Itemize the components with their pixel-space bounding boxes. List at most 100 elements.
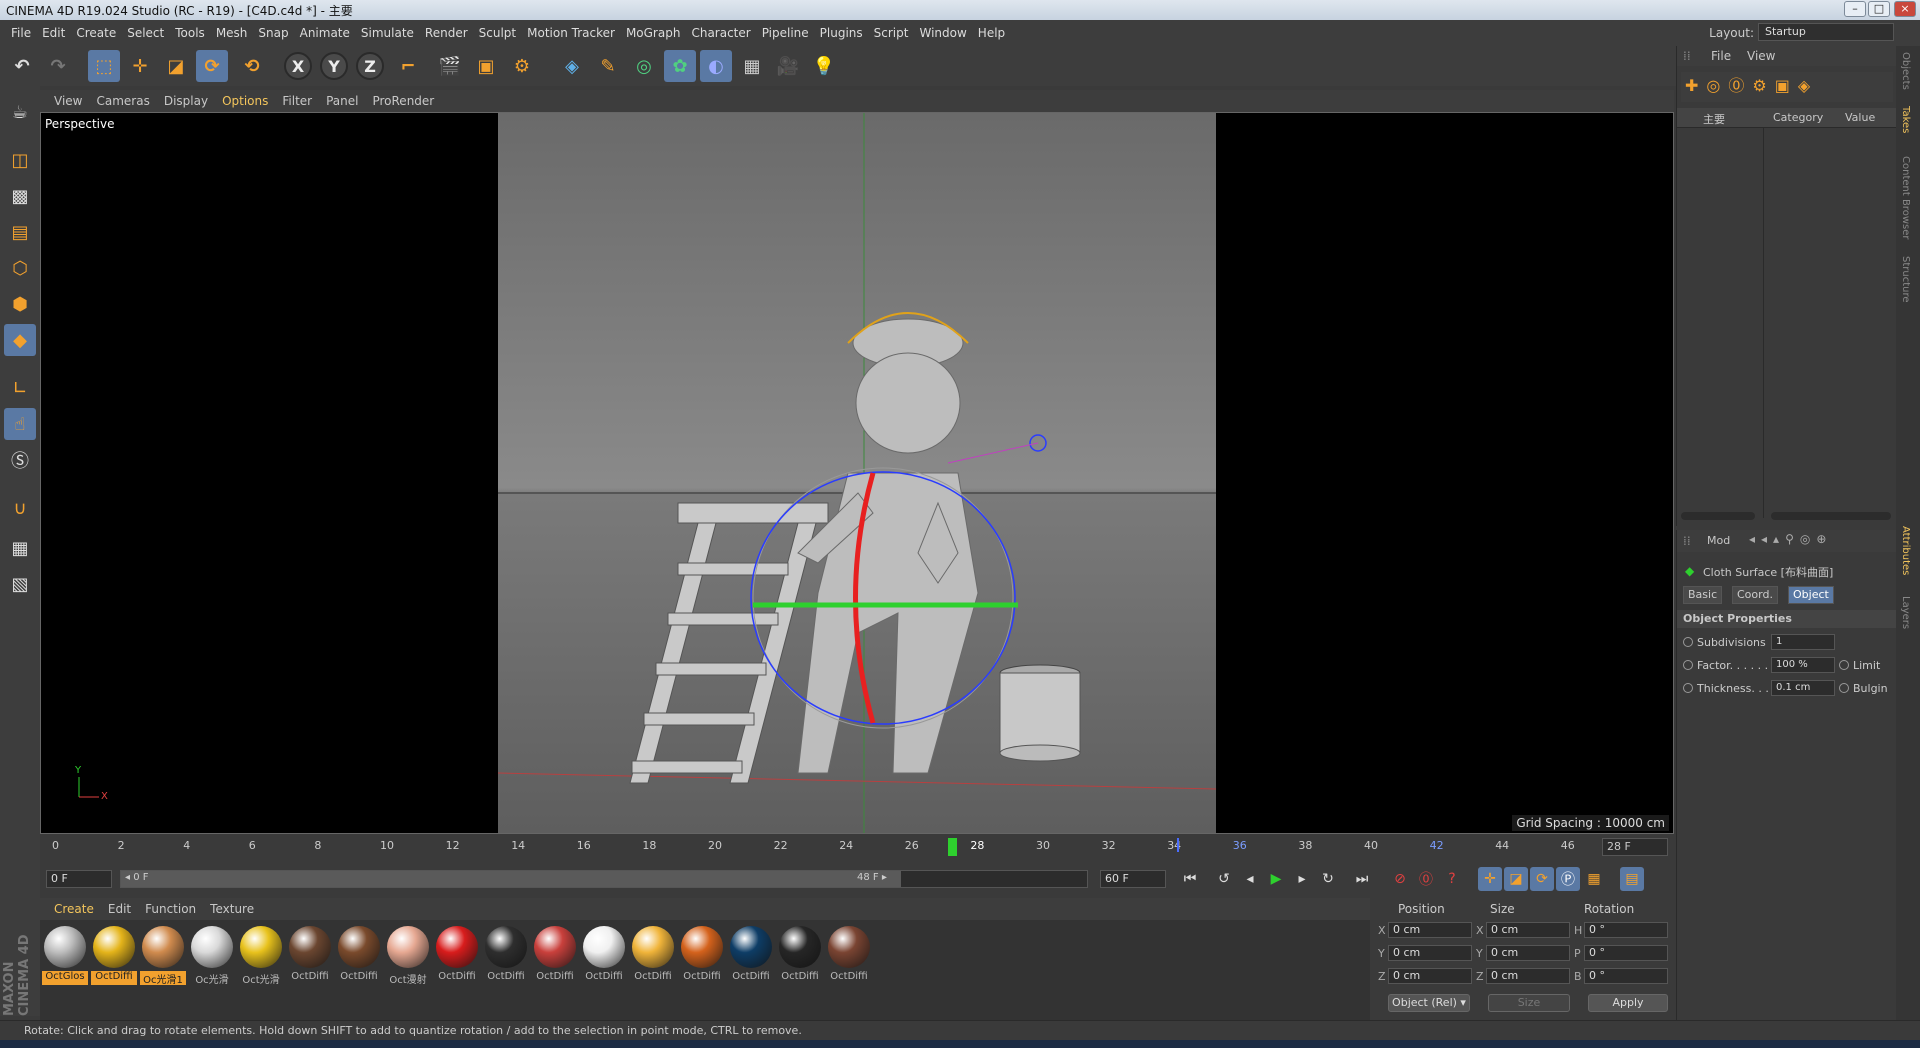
play-icon[interactable]: ▶ [1264,867,1288,891]
viewport-menu-filter[interactable]: Filter [282,94,312,108]
redo-icon[interactable]: ↷ [42,50,74,82]
menu-create[interactable]: Create [76,26,116,40]
key-pla-icon[interactable]: ▦ [1582,867,1606,891]
snap-icon[interactable]: Ⓢ [4,444,36,476]
property-extra[interactable]: Bulgin [1839,682,1888,695]
menu-edit[interactable]: Edit [42,26,65,40]
previous-key-icon[interactable]: ↺ [1212,867,1236,891]
column-name[interactable]: 主要 [1703,111,1725,127]
rotation-field[interactable]: 0 ° [1584,922,1668,938]
viewport-menu-prorender[interactable]: ProRender [372,94,434,108]
keyframe-selection-icon[interactable]: ? [1440,867,1464,891]
side-tab-attributes[interactable]: Attributes [1900,526,1911,575]
tweak-mode-icon[interactable]: ☝ [4,408,36,440]
side-tab-structure[interactable]: Structure [1900,256,1911,303]
move-icon[interactable]: ✛ [124,50,156,82]
size-field[interactable]: 0 cm [1486,968,1570,984]
x-axis-icon[interactable]: X [284,52,312,80]
material-swatch[interactable]: Oct漫射 [385,926,431,988]
scheme-icon[interactable]: ▤ [1620,867,1644,891]
material-swatch[interactable]: OctDiffi [336,926,382,988]
rotate-last-icon[interactable]: ⟲ [236,50,268,82]
property-extra[interactable]: Limit [1839,659,1880,672]
material-menu-create[interactable]: Create [54,902,94,916]
attributes-tab-object[interactable]: Object [1788,586,1834,604]
size-mode-select[interactable]: Size [1488,994,1570,1012]
values-scrollbar[interactable] [1771,512,1891,520]
range-slider[interactable]: ◂ 0 F 48 F ▸ [120,870,1088,888]
magnet-icon[interactable]: ∪ [4,492,36,524]
takes-toolbar[interactable]: ✚◎⓪⚙▣◈ [1681,72,1893,102]
attributes-nav-icons[interactable]: ◂◂▴⚲◎⊕ [1749,532,1832,546]
viewport-menu-view[interactable]: View [54,94,82,108]
material-menu-texture[interactable]: Texture [210,902,254,916]
material-swatch[interactable]: OctDiffi [826,926,872,988]
material-swatch[interactable]: Oc光滑1 [140,926,186,988]
maximize-button[interactable]: □ [1868,1,1890,17]
checkbox-icon[interactable] [1839,683,1849,693]
menu-mesh[interactable]: Mesh [216,26,248,40]
key-position-icon[interactable]: ✛ [1478,867,1502,891]
menu-sculpt[interactable]: Sculpt [479,26,516,40]
rotation-field[interactable]: 0 ° [1584,968,1668,984]
material-swatch[interactable]: OctDiffi [728,926,774,988]
next-key-icon[interactable]: ↻ [1316,867,1340,891]
points-mode-icon[interactable]: ⬡ [4,252,36,284]
key-scale-icon[interactable]: ◪ [1504,867,1528,891]
menu-snap[interactable]: Snap [258,26,288,40]
material-swatch[interactable]: OctDiffi [287,926,333,988]
y-axis-icon[interactable]: Y [320,52,348,80]
make-editable-icon[interactable]: ☕ [4,96,36,128]
menu-file[interactable]: File [11,26,31,40]
objects-scrollbar[interactable] [1681,512,1755,520]
autokey-icon[interactable]: ⓪ [1414,867,1438,891]
objects-menu-view[interactable]: View [1747,49,1775,63]
floor-icon[interactable]: ▦ [736,50,768,82]
texture-mode-icon[interactable]: ▩ [4,180,36,212]
size-field[interactable]: 0 cm [1486,922,1570,938]
menu-help[interactable]: Help [978,26,1005,40]
position-field[interactable]: 0 cm [1388,922,1472,938]
axis-mode-icon[interactable]: ∟ [4,372,36,404]
edges-mode-icon[interactable]: ⬢ [4,288,36,320]
cube-icon[interactable]: ◈ [556,50,588,82]
planar-workplane-icon[interactable]: ▧ [4,568,36,600]
material-swatch[interactable]: Oct光滑 [238,926,284,988]
menu-simulate[interactable]: Simulate [361,26,414,40]
minimize-button[interactable]: – [1844,1,1866,17]
menu-motion-tracker[interactable]: Motion Tracker [527,26,615,40]
live-selection-icon[interactable]: ⬚ [88,50,120,82]
light-icon[interactable]: 💡 [808,50,840,82]
menu-render[interactable]: Render [425,26,468,40]
menu-pipeline[interactable]: Pipeline [762,26,809,40]
layout-select[interactable]: Startup [1758,23,1894,41]
attributes-tab-coord[interactable]: Coord. [1732,586,1778,604]
property-field[interactable]: 0.1 cm [1771,680,1835,696]
side-tab-objects[interactable]: Objects [1900,52,1911,90]
go-to-end-icon[interactable]: ⏭ [1350,867,1374,891]
scale-icon[interactable]: ◪ [160,50,192,82]
key-parameter-icon[interactable]: Ⓟ [1556,867,1580,891]
property-field[interactable]: 100 % [1771,657,1835,673]
material-swatch[interactable]: OctDiffi [483,926,529,988]
close-button[interactable]: × [1894,1,1916,17]
attributes-mode-menu[interactable]: Mod [1707,534,1730,547]
size-field[interactable]: 0 cm [1486,945,1570,961]
material-swatch[interactable]: Oc光滑 [189,926,235,988]
go-to-start-icon[interactable]: ⏮ [1178,867,1202,891]
column-category[interactable]: Category [1773,111,1823,124]
position-field[interactable]: 0 cm [1388,968,1472,984]
camera-icon[interactable]: 🎥 [772,50,804,82]
property-field[interactable]: 1 [1771,634,1835,650]
material-swatch[interactable]: OctDiffi [777,926,823,988]
attributes-tab-basic[interactable]: Basic [1683,586,1723,604]
viewport-menu-cameras[interactable]: Cameras [96,94,149,108]
menu-window[interactable]: Window [919,26,966,40]
column-value[interactable]: Value [1845,111,1875,124]
animate-toggle-icon[interactable] [1683,683,1693,693]
render-picture-viewer-icon[interactable]: ▣ [470,50,502,82]
current-frame-marker[interactable] [948,838,957,856]
z-axis-icon[interactable]: Z [356,52,384,80]
material-swatch[interactable]: OctGlos [42,926,88,988]
menu-plugins[interactable]: Plugins [820,26,863,40]
